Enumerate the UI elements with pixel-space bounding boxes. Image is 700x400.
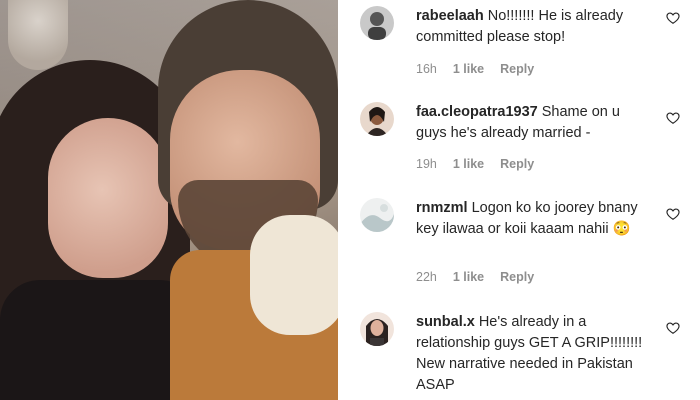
comments-panel: rabeelaah No!!!!!!! He is already committ… (338, 0, 700, 400)
comment-text: sunbal.x He's already in a relationship g… (416, 312, 654, 396)
comment-meta: 22h 1 like Reply (416, 270, 550, 284)
comment-username[interactable]: faa.cleopatra1937 (416, 104, 538, 120)
post-photo[interactable] (0, 0, 338, 400)
avatar-image (360, 198, 394, 232)
comment-meta: 16h 1 like Reply (416, 62, 550, 76)
photo-lamp (8, 0, 68, 70)
comment-text: rnmzml Logon ko ko joorey bnany key ilawa… (416, 198, 654, 240)
avatar[interactable] (360, 6, 394, 40)
heart-outline-icon[interactable] (666, 207, 680, 221)
avatar[interactable] (360, 102, 394, 136)
comment-time: 22h (416, 270, 437, 284)
comment-text: rabeelaah No!!!!!!! He is already committ… (416, 6, 654, 48)
avatar[interactable] (360, 198, 394, 232)
comment-text: faa.cleopatra1937 Shame on u guys he's al… (416, 102, 654, 144)
man-fur-collar (250, 215, 338, 335)
comment-time: 19h (416, 157, 437, 171)
avatar-image (360, 102, 394, 136)
reply-button[interactable]: Reply (500, 62, 534, 76)
woman-face (48, 118, 168, 278)
comment-likes[interactable]: 1 like (453, 62, 484, 76)
heart-outline-icon[interactable] (666, 321, 680, 335)
comment-meta: 19h 1 like Reply (416, 157, 550, 171)
comment-username[interactable]: rabeelaah (416, 8, 484, 24)
heart-outline-icon[interactable] (666, 11, 680, 25)
reply-button[interactable]: Reply (500, 270, 534, 284)
avatar[interactable] (360, 312, 394, 346)
comment-time: 16h (416, 62, 437, 76)
comment-username[interactable]: sunbal.x (416, 314, 475, 330)
reply-button[interactable]: Reply (500, 157, 534, 171)
heart-outline-icon[interactable] (666, 111, 680, 125)
comment-username[interactable]: rnmzml (416, 200, 468, 216)
flushed-face-emoji: 😳 (612, 221, 631, 237)
comment-likes[interactable]: 1 like (453, 270, 484, 284)
avatar-image (360, 6, 394, 40)
avatar-image (360, 312, 394, 346)
comment-likes[interactable]: 1 like (453, 157, 484, 171)
